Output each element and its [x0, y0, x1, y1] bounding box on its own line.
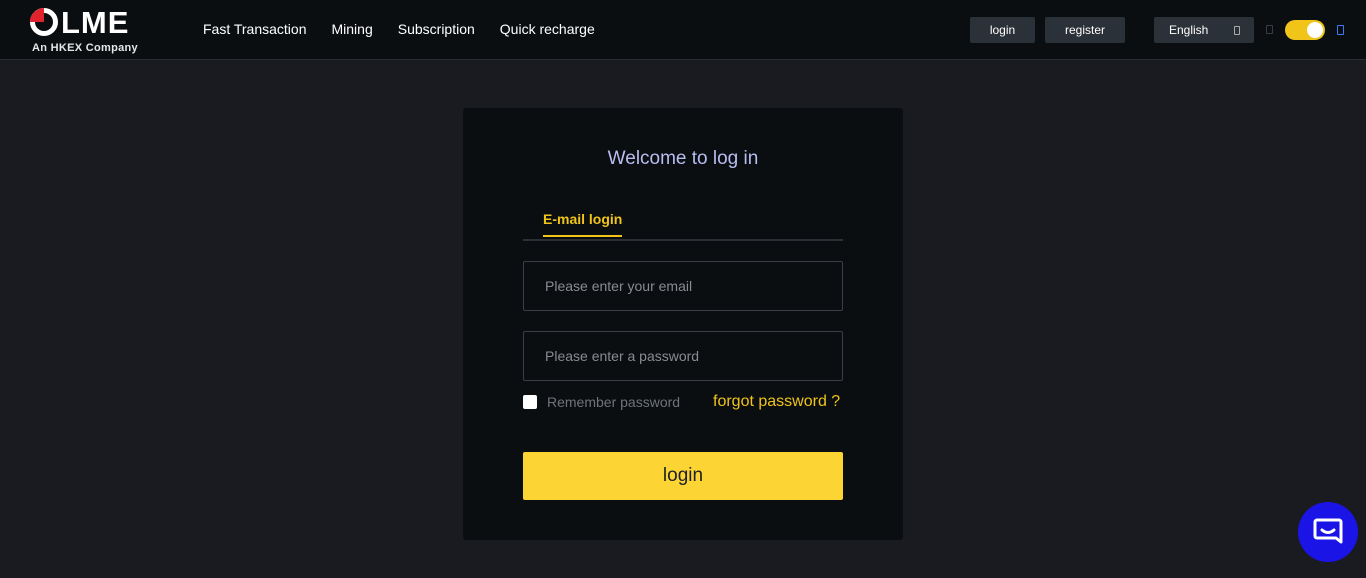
login-title: Welcome to log in: [607, 148, 759, 169]
login-submit-button[interactable]: login: [523, 452, 843, 500]
sun-icon: [1337, 25, 1344, 35]
logo[interactable]: LME An HKEX Company: [30, 5, 150, 56]
header-register-button[interactable]: register: [1045, 17, 1125, 43]
tab-email-login[interactable]: E-mail login: [543, 211, 623, 237]
logo-tagline: An HKEX Company: [32, 42, 138, 54]
login-tabs: E-mail login: [523, 208, 843, 241]
chat-button[interactable]: [1298, 502, 1358, 562]
language-label: English: [1169, 23, 1209, 37]
nav-fast-transaction[interactable]: Fast Transaction: [203, 21, 307, 37]
logo-name: LME: [61, 5, 130, 40]
password-field[interactable]: [523, 331, 843, 381]
chat-bubble-icon: [1313, 518, 1343, 544]
logo-mark-icon: [30, 8, 58, 36]
theme-toggle[interactable]: [1285, 20, 1325, 40]
remember-label: Remember password: [547, 394, 681, 410]
moon-icon: [1266, 25, 1273, 34]
remember-checkbox[interactable]: [523, 395, 537, 409]
nav-mining[interactable]: Mining: [332, 21, 373, 37]
nav-subscription[interactable]: Subscription: [398, 21, 475, 37]
nav-quick-recharge[interactable]: Quick recharge: [500, 21, 595, 37]
main-nav: Fast Transaction Mining Subscription Qui…: [203, 21, 595, 37]
login-card: Welcome to log in E-mail login Remember …: [463, 108, 903, 540]
remember-password[interactable]: Remember password: [523, 394, 680, 410]
toggle-knob: [1307, 22, 1323, 38]
language-select[interactable]: English: [1154, 17, 1254, 43]
top-navbar: LME An HKEX Company Fast Transaction Min…: [0, 0, 1366, 60]
chevron-down-icon: [1234, 26, 1240, 35]
forgot-password-link[interactable]: forgot password ?: [713, 393, 840, 411]
email-field[interactable]: [523, 261, 843, 311]
header-login-button[interactable]: login: [970, 17, 1035, 43]
